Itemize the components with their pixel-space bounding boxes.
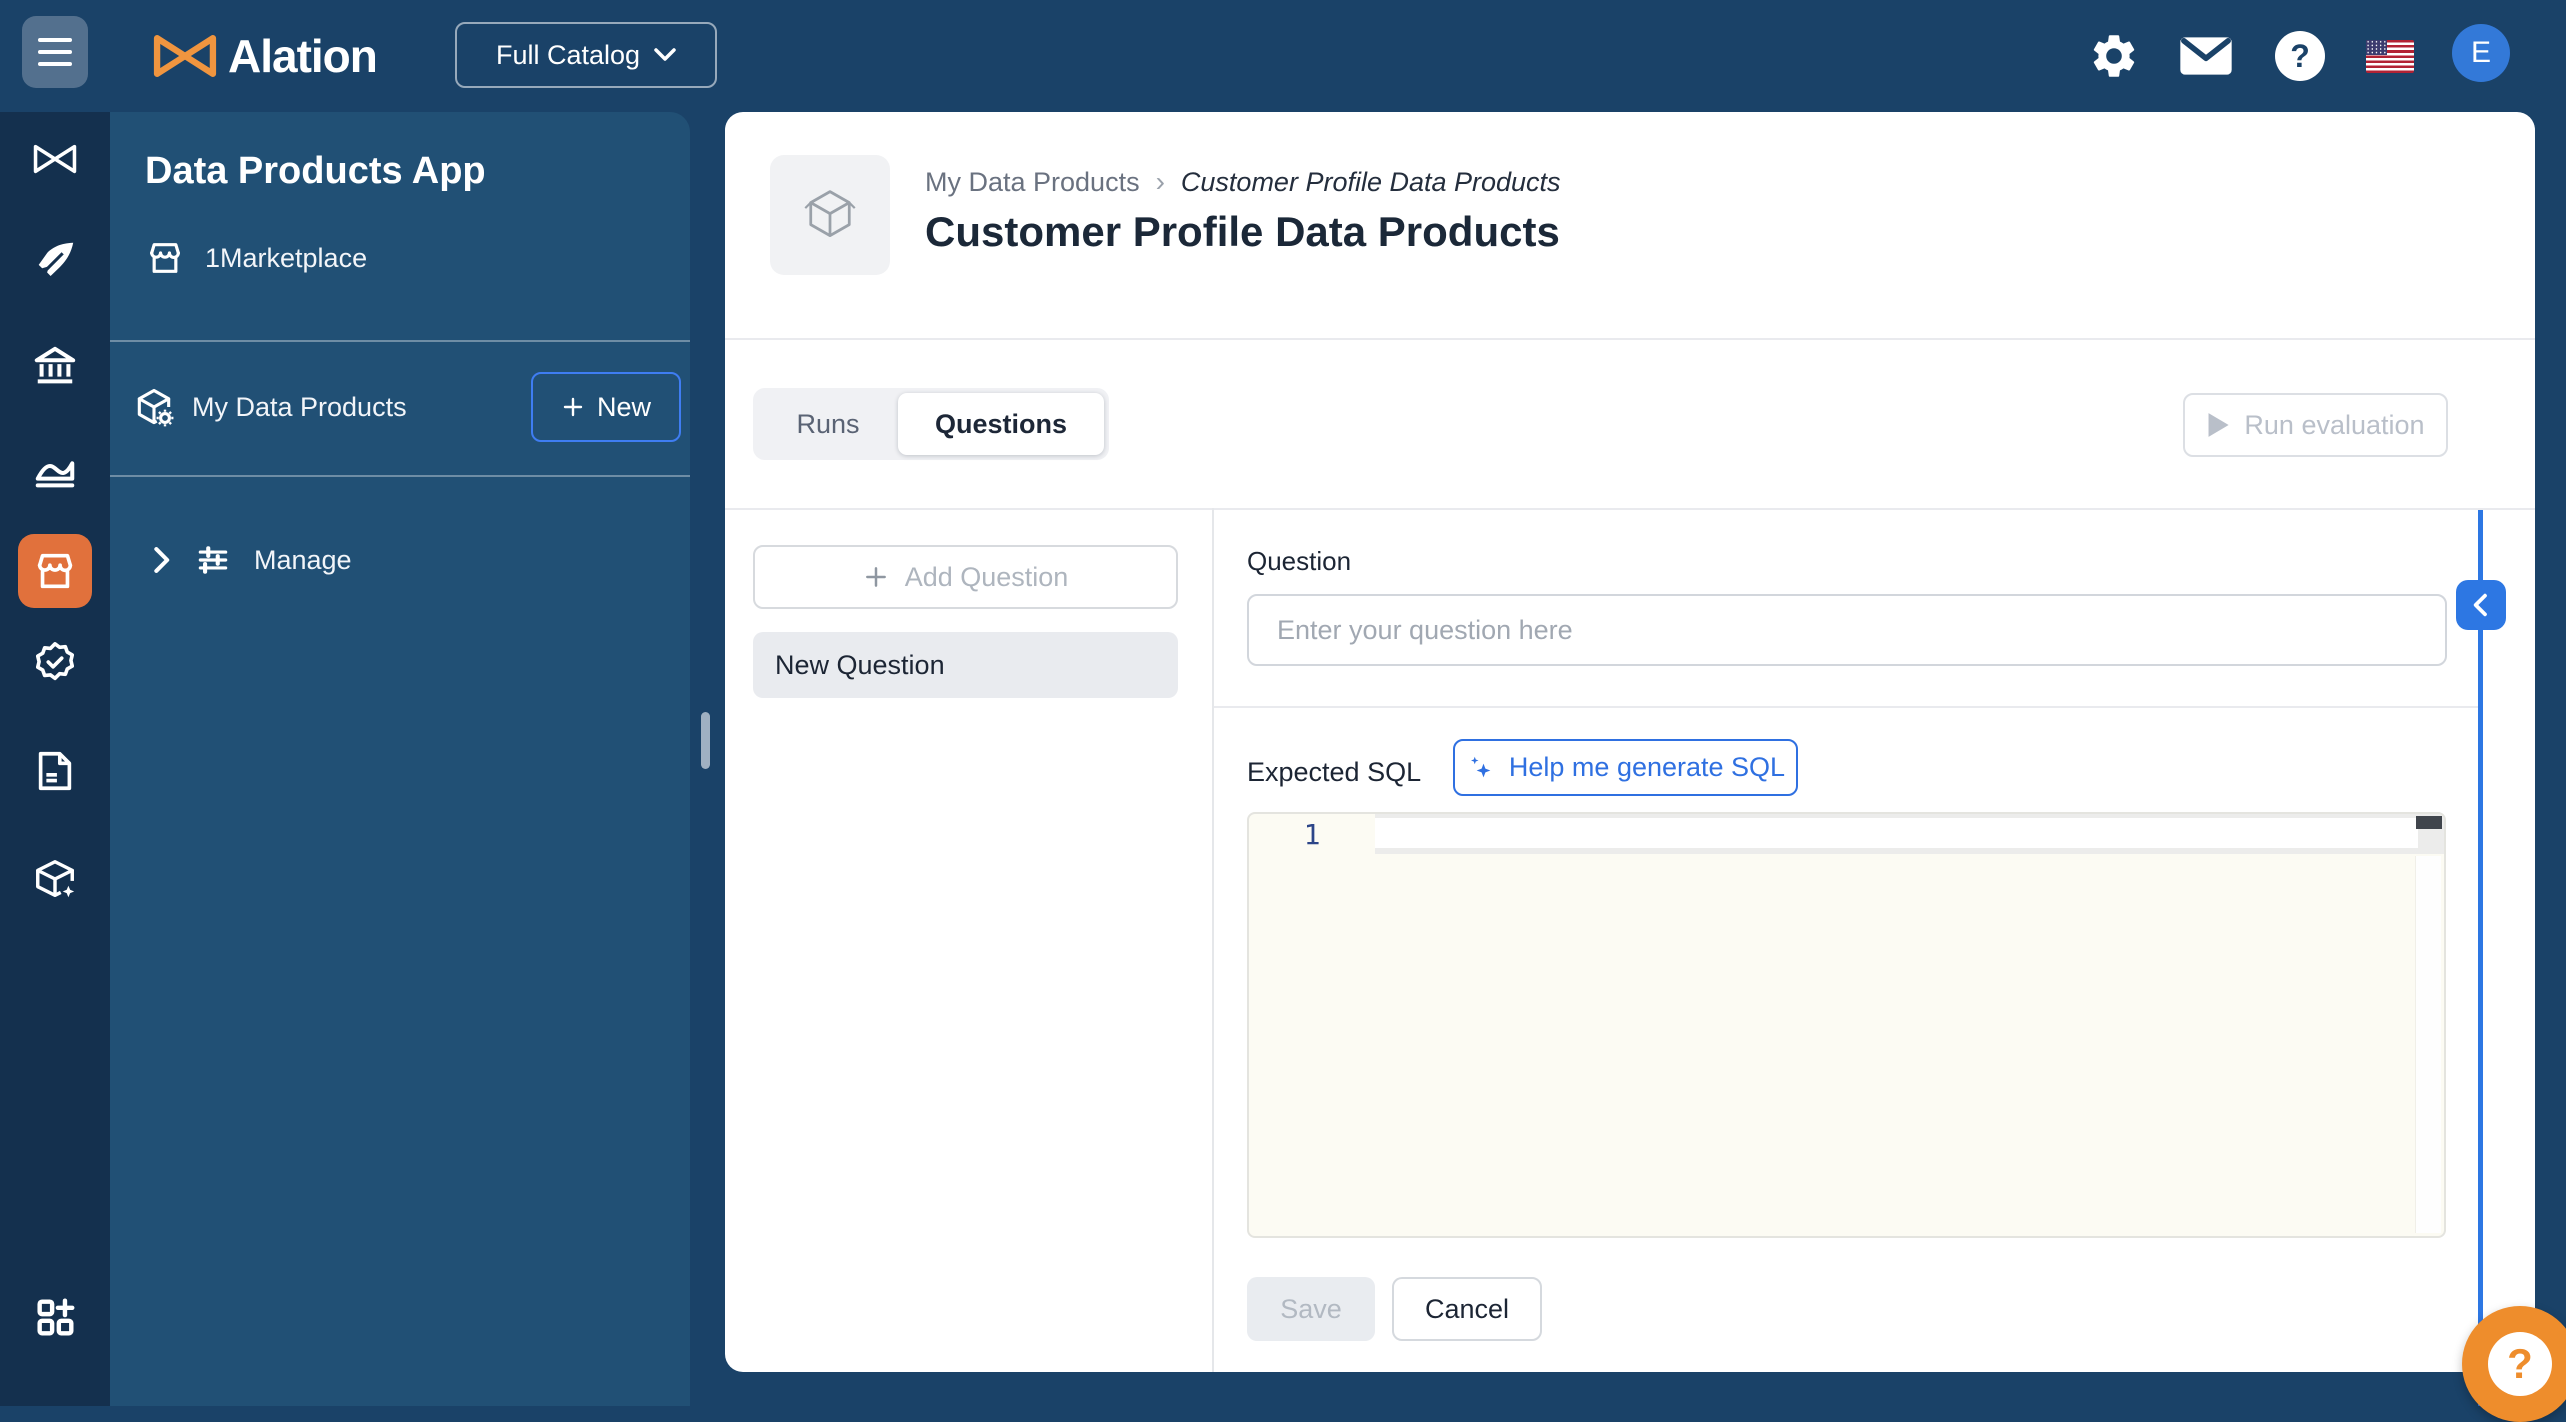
sidebar-item-my-data-products[interactable]: My Data Products xyxy=(132,364,407,450)
breadcrumb-item-my-data-products[interactable]: My Data Products xyxy=(925,167,1140,198)
tab-group: Runs Questions xyxy=(753,388,1109,460)
main-content-card: My Data Products › Customer Profile Data… xyxy=(725,112,2535,1372)
rail-item-analytics[interactable] xyxy=(0,434,110,508)
rail-item-apps[interactable] xyxy=(0,1280,110,1354)
tab-runs[interactable]: Runs xyxy=(758,393,898,455)
hamburger-bar xyxy=(38,38,72,42)
run-evaluation-button[interactable]: Run evaluation xyxy=(2183,393,2448,457)
catalog-selector-dropdown[interactable]: Full Catalog xyxy=(455,22,717,88)
user-avatar[interactable]: E xyxy=(2452,24,2510,82)
chevron-right-icon xyxy=(150,546,172,574)
generate-sql-button[interactable]: Help me generate SQL xyxy=(1453,739,1798,796)
save-button[interactable]: Save xyxy=(1247,1277,1375,1341)
help-fab-disc: ? xyxy=(2488,1332,2552,1396)
document-icon xyxy=(32,748,78,794)
rail-item-compose[interactable] xyxy=(0,224,110,298)
editor-line-number: 1 xyxy=(1249,818,1375,851)
chevron-down-icon xyxy=(654,48,676,62)
help-icon[interactable]: ? xyxy=(2272,24,2328,88)
bank-icon xyxy=(32,344,78,390)
question-input[interactable] xyxy=(1247,594,2447,666)
editor-gutter: 1 xyxy=(1249,814,1375,1236)
question-item-label: New Question xyxy=(775,650,945,681)
chevron-left-icon xyxy=(2472,593,2490,617)
expected-sql-label: Expected SQL xyxy=(1247,757,1421,788)
help-fab-glyph: ? xyxy=(2507,1340,2533,1388)
new-button-label: New xyxy=(597,392,651,423)
sliders-icon xyxy=(194,541,232,579)
collapse-panel-button[interactable] xyxy=(2456,580,2506,630)
storefront-icon xyxy=(145,238,185,278)
storefront-icon xyxy=(32,548,78,594)
add-question-label: Add Question xyxy=(905,562,1069,593)
plus-icon xyxy=(561,395,585,419)
divider xyxy=(110,475,690,477)
help-glyph: ? xyxy=(2290,38,2310,75)
run-evaluation-label: Run evaluation xyxy=(2244,410,2424,441)
apps-plus-icon xyxy=(32,1294,78,1340)
hamburger-bar xyxy=(38,50,72,54)
left-icon-rail xyxy=(0,112,110,1406)
divider xyxy=(110,340,690,342)
help-disc: ? xyxy=(2275,31,2325,81)
editor-scrollbar-track[interactable] xyxy=(2415,856,2441,1233)
rail-item-data-products[interactable] xyxy=(0,842,110,916)
play-icon xyxy=(2206,412,2230,438)
question-list-item-selected[interactable]: New Question xyxy=(753,632,1178,698)
breadcrumb-item-current: Customer Profile Data Products xyxy=(1181,167,1561,198)
editor-scrollbar-corner xyxy=(2416,816,2442,829)
sidebar-item-label: Manage xyxy=(254,545,352,576)
sidebar-scrollbar-thumb[interactable] xyxy=(701,712,710,769)
sidebar-item-marketplace[interactable]: 1Marketplace xyxy=(145,230,367,286)
box-gear-icon xyxy=(132,385,176,429)
hamburger-menu-button[interactable] xyxy=(22,16,88,88)
rail-item-stewardship[interactable] xyxy=(0,626,110,700)
sidebar-item-manage[interactable]: Manage xyxy=(150,532,352,588)
tab-questions[interactable]: Questions xyxy=(898,393,1104,455)
floating-help-button[interactable]: ? xyxy=(2462,1306,2566,1422)
rail-item-governance[interactable] xyxy=(0,330,110,404)
alation-bowtie-icon xyxy=(152,33,218,79)
add-question-button[interactable]: Add Question xyxy=(753,545,1178,609)
logo-text: Alation xyxy=(228,29,377,83)
breadcrumb: My Data Products › Customer Profile Data… xyxy=(925,164,1561,200)
sidebar-panel: Data Products App 1Marketplace My Data P… xyxy=(110,112,690,1406)
divider xyxy=(1214,706,2480,708)
sql-code-editor[interactable]: 1 xyxy=(1247,812,2446,1238)
alation-bowtie-icon xyxy=(32,142,78,176)
cancel-button[interactable]: Cancel xyxy=(1392,1277,1542,1341)
open-box-icon xyxy=(797,182,863,248)
question-field-label: Question xyxy=(1247,546,1351,577)
panel-resize-line[interactable] xyxy=(2478,510,2483,1406)
rail-item-catalog[interactable] xyxy=(0,122,110,196)
area-chart-icon xyxy=(32,448,78,494)
box-sparkle-icon xyxy=(32,856,78,902)
ai-sparkle-icon xyxy=(1466,753,1496,783)
rail-item-documents[interactable] xyxy=(0,734,110,808)
hamburger-bar xyxy=(38,62,72,66)
generate-sql-label: Help me generate SQL xyxy=(1509,752,1785,783)
divider xyxy=(725,508,2535,510)
breadcrumb-separator: › xyxy=(1156,166,1165,198)
mail-icon[interactable] xyxy=(2178,24,2234,88)
divider xyxy=(725,338,2535,340)
page-title: Customer Profile Data Products xyxy=(925,208,1560,256)
plus-icon xyxy=(863,564,889,590)
sidebar-item-label: 1Marketplace xyxy=(205,243,367,274)
divider xyxy=(1212,508,1214,1372)
catalog-selector-label: Full Catalog xyxy=(496,40,640,71)
language-flag-icon[interactable] xyxy=(2362,24,2418,88)
quill-icon xyxy=(32,238,78,284)
data-product-icon-tile xyxy=(770,155,890,275)
settings-gear-icon[interactable] xyxy=(2086,24,2142,88)
editor-active-line[interactable] xyxy=(1375,818,2418,848)
top-bar: Alation Full Catalog ? E xyxy=(0,0,2566,112)
badge-check-icon xyxy=(32,640,78,686)
new-data-product-button[interactable]: New xyxy=(531,372,681,442)
sidebar-title: Data Products App xyxy=(145,150,486,193)
sidebar-item-label: My Data Products xyxy=(192,392,407,423)
alation-logo[interactable]: Alation xyxy=(152,0,377,112)
avatar-initial: E xyxy=(2471,36,2491,70)
rail-item-marketplace-active[interactable] xyxy=(18,534,92,608)
